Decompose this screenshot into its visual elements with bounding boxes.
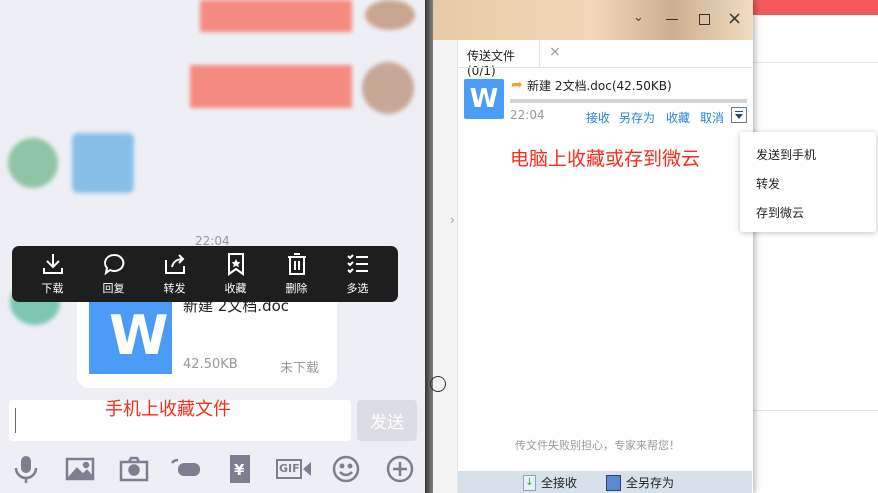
menu-reply[interactable]: 回复 (89, 252, 139, 296)
message-bubble (190, 65, 352, 108)
menu-forward[interactable]: 转发 (756, 175, 780, 192)
menu-label: 多选 (346, 282, 369, 295)
divider (753, 62, 878, 63)
menu-send-to-phone[interactable]: 发送到手机 (756, 146, 816, 163)
menu-delete[interactable]: 删除 (272, 252, 322, 296)
receive-link[interactable]: 接收 (586, 109, 610, 126)
help-link[interactable]: 传文件失败别担心，专家来帮您！ (515, 437, 680, 453)
red-packet-icon[interactable]: ¥ (224, 453, 256, 485)
file-size: 42.50KB (183, 357, 238, 372)
yen-symbol: ¥ (234, 461, 245, 479)
trash-icon (287, 253, 306, 275)
message-bubble (200, 0, 352, 32)
window-edge (425, 0, 433, 493)
download-icon (42, 254, 63, 274)
receive-icon: ↓ (523, 474, 536, 491)
tab-label: 传送文件(0/1) (467, 49, 516, 78)
menu-label: 删除 (285, 282, 308, 295)
menu-save-to-weiyun[interactable]: 存到微云 (756, 204, 804, 221)
menu-label: 转发 (163, 282, 186, 295)
avatar (365, 0, 415, 30)
image-icon[interactable] (64, 453, 96, 485)
message-context-menu: 下载 回复 转发 收藏 删除 多选 (12, 246, 398, 302)
reply-icon (103, 253, 124, 276)
clock-icon[interactable] (430, 376, 446, 392)
title-bar: ⌄ × (433, 0, 753, 40)
send-button[interactable]: 发送 (357, 400, 417, 441)
word-file-icon: W (464, 79, 504, 119)
side-panel: › (430, 40, 458, 493)
favorite-link[interactable]: 收藏 (666, 109, 690, 126)
bookmark-icon (227, 253, 244, 276)
file-time: 22:04 (510, 108, 545, 122)
receive-all-button[interactable]: ↓ 全接收 (523, 474, 577, 491)
save-as-link[interactable]: 另存为 (619, 109, 655, 126)
tab-file-transfer[interactable]: 传送文件(0/1) × (458, 40, 561, 78)
microphone-icon[interactable] (10, 453, 42, 485)
menu-label: 下载 (41, 282, 64, 295)
minimize-icon[interactable] (666, 19, 678, 20)
menu-favorite[interactable]: 收藏 (211, 252, 261, 296)
file-status: 未下载 (280, 361, 320, 376)
save-all-button[interactable]: 全另存为 (606, 474, 674, 491)
plus-icon[interactable] (384, 453, 416, 485)
menu-download[interactable]: 下载 (28, 252, 78, 296)
close-icon[interactable]: × (727, 8, 742, 29)
more-actions-dropdown[interactable] (731, 107, 747, 123)
chevron-down-icon[interactable]: ⌄ (633, 10, 644, 25)
maximize-icon[interactable] (699, 14, 710, 25)
receive-all-label: 全接收 (541, 476, 578, 490)
menu-multiselect[interactable]: 多选 (333, 252, 383, 296)
save-all-label: 全另存为 (626, 476, 675, 490)
menu-forward[interactable]: 转发 (150, 252, 200, 296)
annotation-pc: 电脑上收藏或存到微云 (510, 148, 701, 170)
file-name: 新建 2文档.doc(42.50KB) (527, 79, 672, 93)
text-cursor (15, 408, 16, 433)
background-window-header (753, 0, 878, 15)
cancel-link[interactable]: 取消 (700, 109, 724, 126)
word-file-icon: W (89, 300, 172, 374)
forward-icon (164, 254, 185, 274)
menu-label: 回复 (102, 282, 125, 295)
menu-label: 收藏 (224, 282, 247, 295)
bottom-bar: ↓ 全接收 全另存为 (458, 471, 752, 493)
image-message[interactable] (72, 133, 134, 193)
tab-close-icon[interactable]: × (549, 44, 561, 60)
floppy-icon (606, 474, 621, 491)
incoming-arrow-icon: ➦ (511, 77, 523, 93)
camera-icon[interactable] (118, 453, 150, 485)
word-letter: W (109, 304, 169, 367)
multiselect-icon (346, 254, 368, 274)
gif-icon[interactable]: GIF (276, 453, 312, 485)
emoji-icon[interactable] (330, 453, 362, 485)
mobile-chat-panel: 22:04 W 新建 2文档.doc 42.50KB 未下载 下载 回复 转发 … (0, 0, 426, 493)
avatar (8, 138, 58, 188)
gif-label: GIF (279, 462, 300, 475)
progress-bar (510, 99, 747, 103)
expand-chevron-icon[interactable]: › (450, 213, 455, 227)
divider (753, 410, 878, 411)
annotation-mobile: 手机上收藏文件 (105, 399, 231, 420)
divider (458, 67, 752, 68)
poke-icon[interactable] (170, 453, 202, 485)
avatar (362, 62, 414, 114)
more-actions-menu: 发送到手机 转发 存到微云 (740, 132, 876, 232)
